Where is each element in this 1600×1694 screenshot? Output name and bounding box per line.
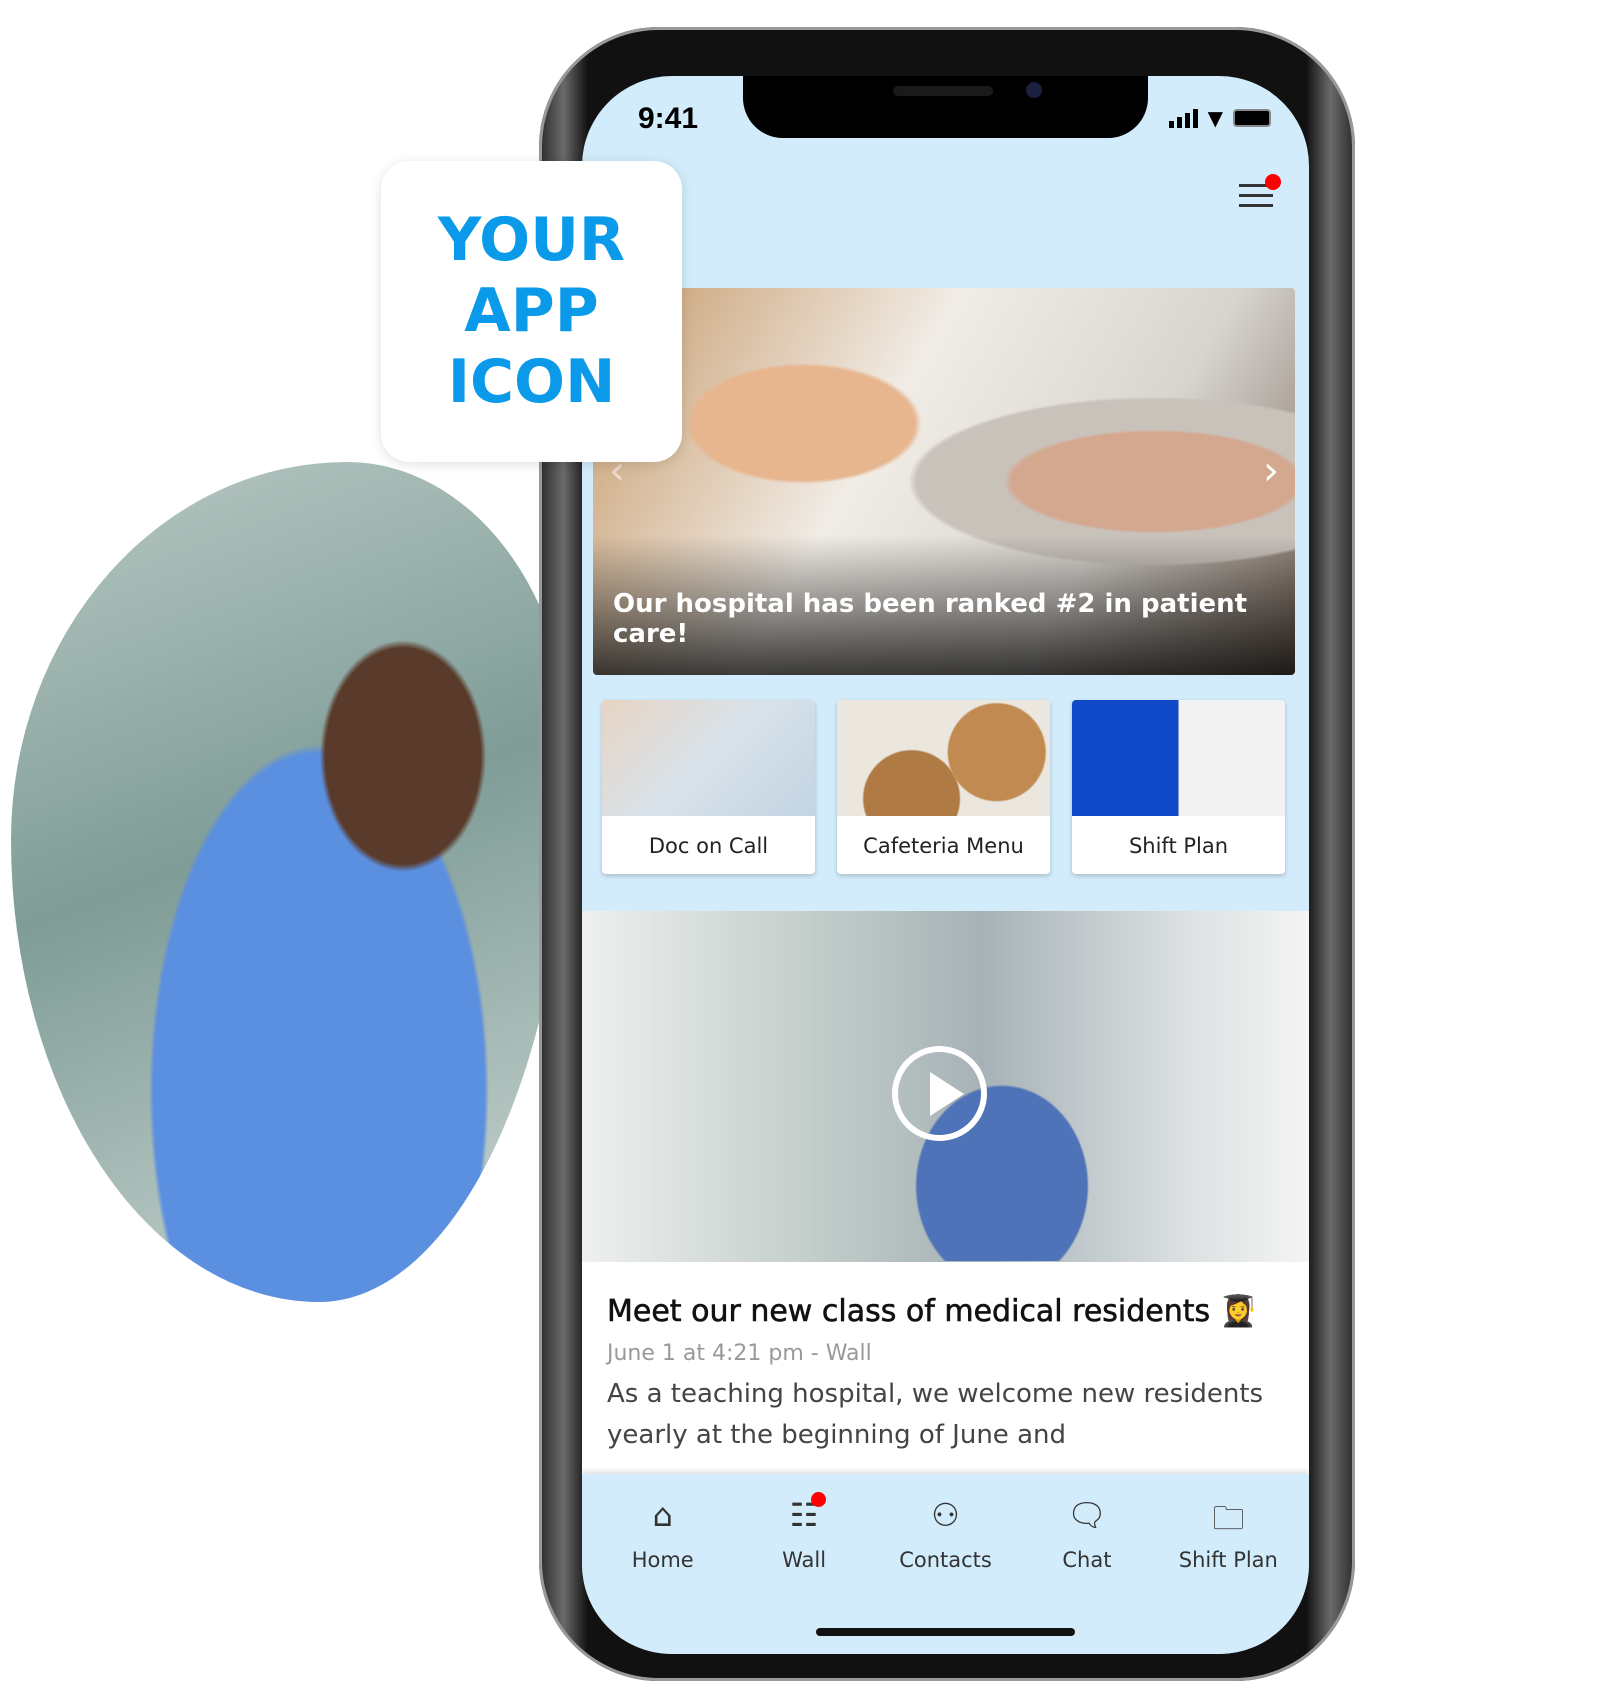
post-meta: June 1 at 4:21 pm - Wall: [607, 1341, 872, 1366]
tab-home[interactable]: ⌂ Home: [592, 1474, 733, 1654]
tile-doc-on-call[interactable]: Doc on Call: [602, 700, 815, 874]
wall-icon: ☷: [789, 1496, 819, 1534]
quick-tiles: Doc on Call Cafeteria Menu Shift Plan: [602, 700, 1285, 874]
notification-badge: [1265, 174, 1281, 190]
hero-caption: Our hospital has been ranked #2 in patie…: [613, 589, 1248, 649]
promo-line: APP: [464, 276, 599, 346]
video-thumbnail[interactable]: [582, 911, 1309, 1262]
promo-line: YOUR: [437, 205, 626, 275]
hero-carousel[interactable]: ‹ › Our hospital has been ranked #2 in p…: [593, 288, 1295, 675]
contacts-icon: ⚇: [931, 1496, 960, 1534]
wifi-icon: ▼: [1207, 106, 1223, 130]
signal-icon: [1168, 108, 1198, 128]
bottom-tab-bar: ⌂ Home ☷ Wall ⚇ Contacts 🗨 Chat 🗀 Shift Plan: [582, 1474, 1309, 1654]
menu-button[interactable]: [1239, 174, 1281, 210]
play-icon[interactable]: [892, 1046, 987, 1141]
app-screen: 9:41 ▼ ‹ › Our hospital has been ranked …: [582, 76, 1309, 1654]
tab-contacts[interactable]: ⚇ Contacts: [875, 1474, 1016, 1654]
doctor-photo: [11, 462, 571, 1302]
tile-cafeteria-menu[interactable]: Cafeteria Menu: [837, 700, 1050, 874]
home-icon: ⌂: [652, 1496, 673, 1534]
tab-wall[interactable]: ☷ Wall: [733, 1474, 874, 1654]
tab-shift-plan[interactable]: 🗀 Shift Plan: [1158, 1474, 1299, 1654]
post-title: Meet our new class of medical residents …: [607, 1294, 1258, 1330]
folder-icon: 🗀: [1212, 1499, 1245, 1537]
battery-icon: [1233, 109, 1271, 127]
chevron-right-icon[interactable]: ›: [1263, 448, 1279, 494]
notch: [743, 76, 1148, 138]
status-icons: ▼: [1168, 106, 1271, 130]
tab-chat[interactable]: 🗨 Chat: [1016, 1474, 1157, 1654]
app-icon-placeholder: YOUR APP ICON: [381, 161, 682, 462]
post-body: As a teaching hospital, we welcome new r…: [607, 1379, 1264, 1450]
wall-post[interactable]: Meet our new class of medical residents …: [582, 1262, 1309, 1474]
promo-line: ICON: [447, 347, 616, 417]
tile-shift-plan[interactable]: Shift Plan: [1072, 700, 1285, 874]
home-indicator: [816, 1628, 1075, 1636]
chat-icon: 🗨: [1066, 1496, 1108, 1534]
status-time: 9:41: [638, 102, 699, 135]
